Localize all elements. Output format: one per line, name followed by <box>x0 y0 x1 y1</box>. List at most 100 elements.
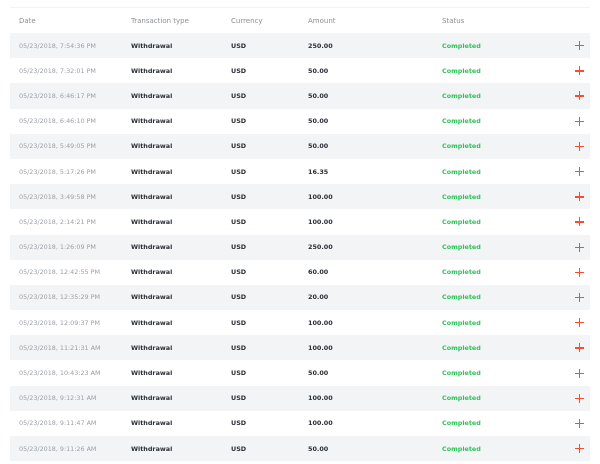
currency-cell: USD <box>231 66 247 75</box>
plus-icon[interactable] <box>574 393 584 403</box>
table-row[interactable]: 05/23/2018, 2:14:21 PM Withdrawal USD 100.0… <box>10 209 590 235</box>
status-cell: Completed <box>442 167 481 176</box>
column-header-currency[interactable]: Currency <box>231 17 308 25</box>
currency-cell: USD <box>231 293 247 302</box>
table-row[interactable]: 05/23/2018, 5:49:05 PM Withdrawal USD 50.00… <box>10 133 590 159</box>
status-cell: Completed <box>442 117 481 126</box>
amount-cell: 100.00 <box>308 318 333 327</box>
table-row[interactable]: 05/23/2018, 12:09:37 PM Withdrawal USD 100.… <box>10 310 590 336</box>
table-row[interactable]: 05/23/2018, 6:46:17 PM Withdrawal USD 50.00… <box>10 83 590 109</box>
expand-row-button[interactable] <box>568 167 590 177</box>
transaction-type-cell: Withdrawal <box>131 41 173 50</box>
table-row[interactable]: 05/23/2018, 10:43:23 AM Withdrawal USD 50.0… <box>10 360 590 386</box>
table-row[interactable]: 05/23/2018, 12:42:55 PM Withdrawal USD 60.0… <box>10 259 590 285</box>
column-header-amount[interactable]: Amount <box>308 17 442 25</box>
table-row[interactable]: 05/23/2018, 6:46:10 PM Withdrawal USD 50.00… <box>10 108 590 134</box>
expand-row-button[interactable] <box>568 141 590 151</box>
table-row[interactable]: 05/23/2018, 3:49:58 PM Withdrawal USD 100.0… <box>10 184 590 210</box>
transaction-type-cell: Withdrawal <box>131 66 173 75</box>
plus-icon[interactable] <box>574 41 584 51</box>
expand-row-button[interactable] <box>568 116 590 126</box>
column-header-type[interactable]: Transaction type <box>131 17 231 25</box>
expand-row-button[interactable] <box>568 444 590 454</box>
amount-cell: 250.00 <box>308 41 333 50</box>
expand-row-button[interactable] <box>568 66 590 76</box>
status-cell: Completed <box>442 293 481 302</box>
status-cell: Completed <box>442 394 481 403</box>
expand-row-button[interactable] <box>568 242 590 252</box>
plus-icon[interactable] <box>574 418 584 428</box>
transaction-type-cell: Withdrawal <box>131 343 173 352</box>
transactions-table: Date Transaction type Currency Amount St… <box>10 7 590 462</box>
transaction-type-cell: Withdrawal <box>131 91 173 100</box>
date-cell: 05/23/2018, 5:17:26 PM <box>19 167 96 176</box>
plus-icon[interactable] <box>574 318 584 328</box>
plus-icon[interactable] <box>574 91 584 101</box>
table-row[interactable]: 05/23/2018, 9:12:31 AM Withdrawal USD 100.0… <box>10 385 590 411</box>
plus-icon[interactable] <box>574 267 584 277</box>
expand-row-button[interactable] <box>568 418 590 428</box>
status-cell: Completed <box>442 41 481 50</box>
plus-icon[interactable] <box>574 343 584 353</box>
plus-icon[interactable] <box>574 141 584 151</box>
plus-icon[interactable] <box>574 368 584 378</box>
status-cell: Completed <box>442 268 481 277</box>
amount-cell: 50.00 <box>308 117 329 126</box>
status-cell: Completed <box>442 142 481 151</box>
table-header: Date Transaction type Currency Amount St… <box>10 7 590 33</box>
plus-icon[interactable] <box>574 242 584 252</box>
table-body: 05/23/2018, 7:54:36 PM Withdrawal USD 250.0… <box>10 33 590 462</box>
plus-icon[interactable] <box>574 116 584 126</box>
date-cell: 05/23/2018, 12:09:37 PM <box>19 318 100 327</box>
transaction-type-cell: Withdrawal <box>131 444 173 453</box>
plus-icon[interactable] <box>574 292 584 302</box>
date-cell: 05/23/2018, 2:14:21 PM <box>19 217 96 226</box>
expand-row-button[interactable] <box>568 267 590 277</box>
expand-row-button[interactable] <box>568 41 590 51</box>
status-cell: Completed <box>442 91 481 100</box>
plus-icon[interactable] <box>574 192 584 202</box>
transaction-type-cell: Withdrawal <box>131 369 173 378</box>
date-cell: 05/23/2018, 9:12:31 AM <box>19 394 97 403</box>
table-row[interactable]: 05/23/2018, 12:35:29 PM Withdrawal USD 20.0… <box>10 284 590 311</box>
table-row[interactable]: 05/23/2018, 1:26:09 PM Withdrawal USD 250.0… <box>10 234 590 260</box>
table-row[interactable]: 05/23/2018, 7:54:36 PM Withdrawal USD 250.0… <box>10 33 590 59</box>
expand-row-button[interactable] <box>568 91 590 101</box>
plus-icon[interactable] <box>574 167 584 177</box>
table-row[interactable]: 05/23/2018, 7:32:01 PM Withdrawal USD 50.00… <box>10 58 590 84</box>
status-cell: Completed <box>442 66 481 75</box>
amount-cell: 100.00 <box>308 394 333 403</box>
date-cell: 05/23/2018, 7:54:36 PM <box>19 41 96 50</box>
amount-cell: 50.00 <box>308 66 329 75</box>
amount-cell: 50.00 <box>308 142 329 151</box>
currency-cell: USD <box>231 192 247 201</box>
plus-icon[interactable] <box>574 217 584 227</box>
status-cell: Completed <box>442 217 481 226</box>
amount-cell: 250.00 <box>308 243 333 252</box>
expand-row-button[interactable] <box>568 393 590 403</box>
expand-row-button[interactable] <box>568 368 590 378</box>
plus-icon[interactable] <box>574 66 584 76</box>
expand-row-button[interactable] <box>568 217 590 227</box>
transaction-type-cell: Withdrawal <box>131 142 173 151</box>
status-cell: Completed <box>442 419 481 428</box>
transaction-type-cell: Withdrawal <box>131 167 173 176</box>
table-row[interactable]: 05/23/2018, 11:21:31 AM Withdrawal USD 100.… <box>10 335 590 361</box>
column-header-date[interactable]: Date <box>10 17 131 25</box>
transactions-page: Date Transaction type Currency Amount St… <box>0 7 600 464</box>
amount-cell: 100.00 <box>308 217 333 226</box>
plus-icon[interactable] <box>574 444 584 454</box>
table-row[interactable]: 05/23/2018, 5:17:26 PM Withdrawal USD 16.35… <box>10 158 590 185</box>
transaction-type-cell: Withdrawal <box>131 318 173 327</box>
transaction-type-cell: Withdrawal <box>131 268 173 277</box>
expand-row-button[interactable] <box>568 192 590 202</box>
expand-row-button[interactable] <box>568 343 590 353</box>
table-row[interactable]: 05/23/2018, 9:11:47 AM Withdrawal USD 100.0… <box>10 410 590 436</box>
amount-cell: 50.00 <box>308 444 329 453</box>
expand-row-button[interactable] <box>568 292 590 302</box>
table-row[interactable]: 05/23/2018, 9:11:26 AM Withdrawal USD 50.00… <box>10 436 590 462</box>
amount-cell: 20.00 <box>308 293 329 302</box>
date-cell: 05/23/2018, 6:46:10 PM <box>19 117 96 126</box>
expand-row-button[interactable] <box>568 318 590 328</box>
column-header-status[interactable]: Status <box>442 17 568 25</box>
